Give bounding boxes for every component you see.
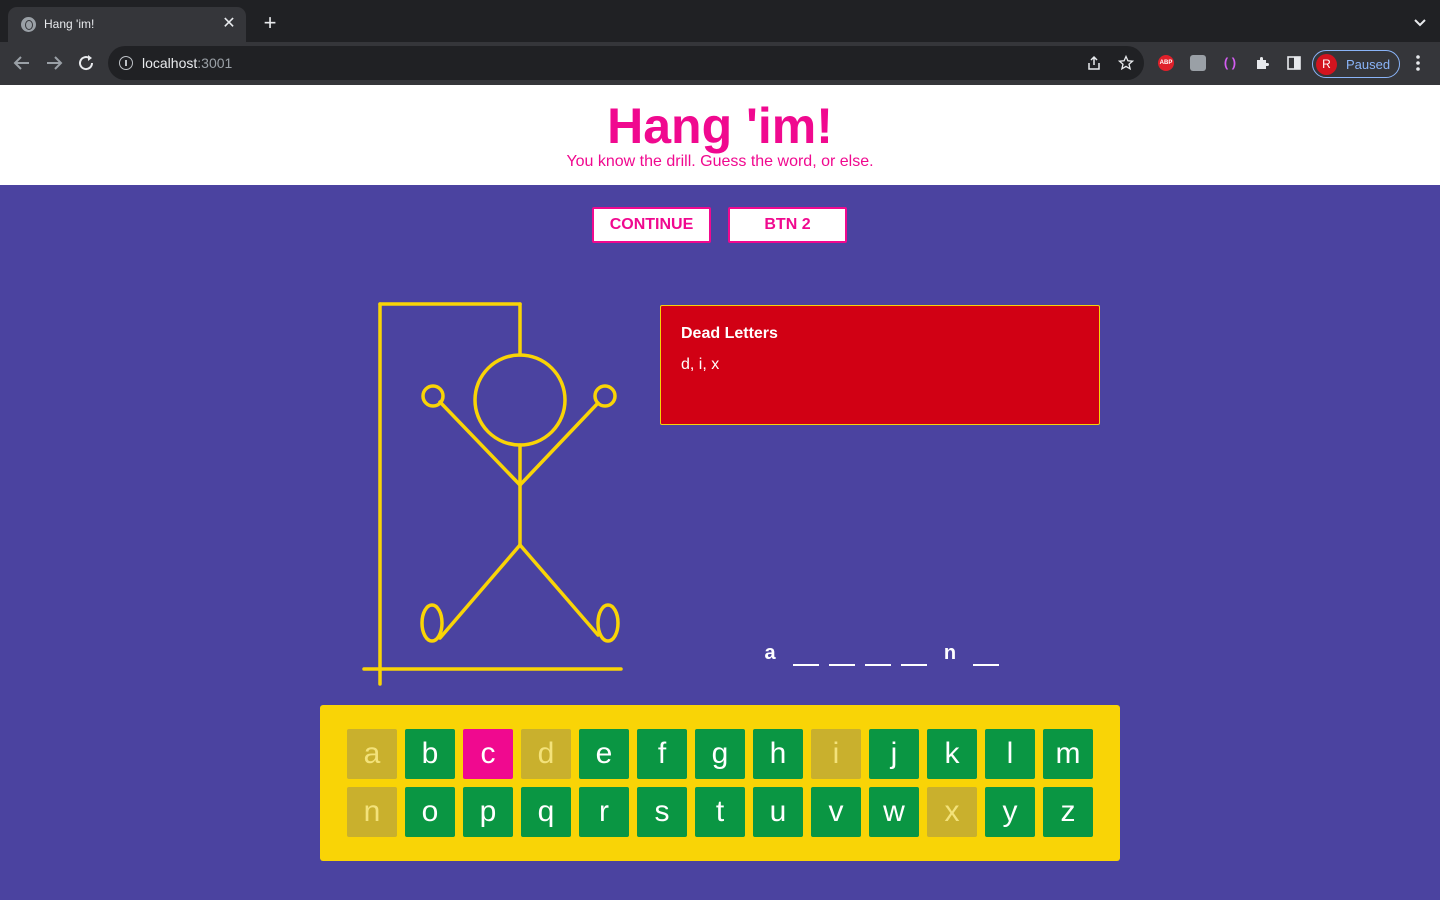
word-letter-slot (860, 640, 896, 666)
dead-letters-list: d, i, x (681, 356, 720, 373)
key-g[interactable]: g (695, 729, 745, 779)
globe-icon (21, 17, 36, 32)
key-p[interactable]: p (463, 787, 513, 837)
browser-tabstrip: Hang 'im! ✕ + (0, 0, 1440, 42)
key-o[interactable]: o (405, 787, 455, 837)
page-header: Hang 'im! You know the drill. Guess the … (0, 85, 1440, 185)
page-title: Hang 'im! (607, 98, 833, 154)
key-f[interactable]: f (637, 729, 687, 779)
site-info-icon[interactable] (119, 56, 133, 70)
forward-icon[interactable] (42, 51, 66, 75)
figure-left-hand (421, 384, 445, 408)
more-menu-icon[interactable] (1410, 52, 1426, 74)
address-bar[interactable]: localhost:3001 (108, 46, 1144, 80)
btn-2-button[interactable]: BTN 2 (728, 207, 847, 243)
figure-right-hand (593, 384, 617, 408)
key-e[interactable]: e (579, 729, 629, 779)
key-a[interactable]: a (347, 729, 397, 779)
key-v[interactable]: v (811, 787, 861, 837)
brackets-icon[interactable]: ( ) (1222, 55, 1238, 71)
word-letter-slot (824, 640, 860, 666)
hangman-drawing (362, 302, 623, 686)
key-l[interactable]: l (985, 729, 1035, 779)
figure-right-foot (596, 603, 620, 643)
key-c[interactable]: c (463, 729, 513, 779)
key-s[interactable]: s (637, 787, 687, 837)
key-r[interactable]: r (579, 787, 629, 837)
dead-letters-panel: Dead Letters d, i, x (660, 305, 1100, 425)
browser-toolbar: localhost:3001 ABP ( ) R Paused (0, 42, 1440, 85)
puzzle-icon[interactable] (1254, 55, 1270, 71)
reload-icon[interactable] (74, 51, 98, 75)
side-panel-icon[interactable] (1286, 55, 1302, 71)
figure-left-leg (438, 543, 522, 640)
profile-status: Paused (1346, 57, 1391, 72)
extension-icon[interactable] (1190, 55, 1206, 71)
figure-left-foot (420, 603, 444, 643)
key-i[interactable]: i (811, 729, 861, 779)
continue-button[interactable]: CONTINUE (592, 207, 711, 243)
key-z[interactable]: z (1043, 787, 1093, 837)
star-icon[interactable] (1118, 55, 1134, 71)
browser-tab[interactable]: Hang 'im! ✕ (8, 7, 246, 42)
key-w[interactable]: w (869, 787, 919, 837)
abp-icon[interactable]: ABP (1158, 55, 1174, 71)
key-x[interactable]: x (927, 787, 977, 837)
url-text[interactable]: localhost:3001 (142, 55, 232, 71)
key-t[interactable]: t (695, 787, 745, 837)
letter-keyboard: abcdefghijklm nopqrstuvwxyz (320, 705, 1120, 861)
key-n[interactable]: n (347, 787, 397, 837)
key-q[interactable]: q (521, 787, 571, 837)
key-y[interactable]: y (985, 787, 1035, 837)
word-letter-slot: a (764, 642, 776, 664)
close-tab-icon[interactable]: ✕ (220, 15, 238, 33)
word-letter-slot (788, 640, 824, 666)
share-icon[interactable] (1086, 55, 1102, 71)
key-u[interactable]: u (753, 787, 803, 837)
key-j[interactable]: j (869, 729, 919, 779)
word-letter-slot (968, 640, 1004, 666)
figure-head (473, 353, 567, 447)
profile-button[interactable]: R Paused (1312, 50, 1400, 78)
figure-right-leg (518, 543, 600, 637)
key-m[interactable]: m (1043, 729, 1093, 779)
key-b[interactable]: b (405, 729, 455, 779)
word-letter-slot (896, 640, 932, 666)
word-display: an (752, 640, 1004, 670)
new-tab-button[interactable]: + (259, 12, 281, 34)
back-icon[interactable] (10, 51, 34, 75)
key-d[interactable]: d (521, 729, 571, 779)
chevron-down-icon[interactable] (1412, 14, 1428, 30)
word-letter-slot: n (943, 642, 957, 664)
page-subtitle: You know the drill. Guess the word, or e… (566, 153, 874, 170)
tab-title: Hang 'im! (44, 17, 95, 31)
avatar: R (1316, 54, 1337, 75)
key-h[interactable]: h (753, 729, 803, 779)
dead-letters-title: Dead Letters (681, 325, 778, 342)
key-k[interactable]: k (927, 729, 977, 779)
